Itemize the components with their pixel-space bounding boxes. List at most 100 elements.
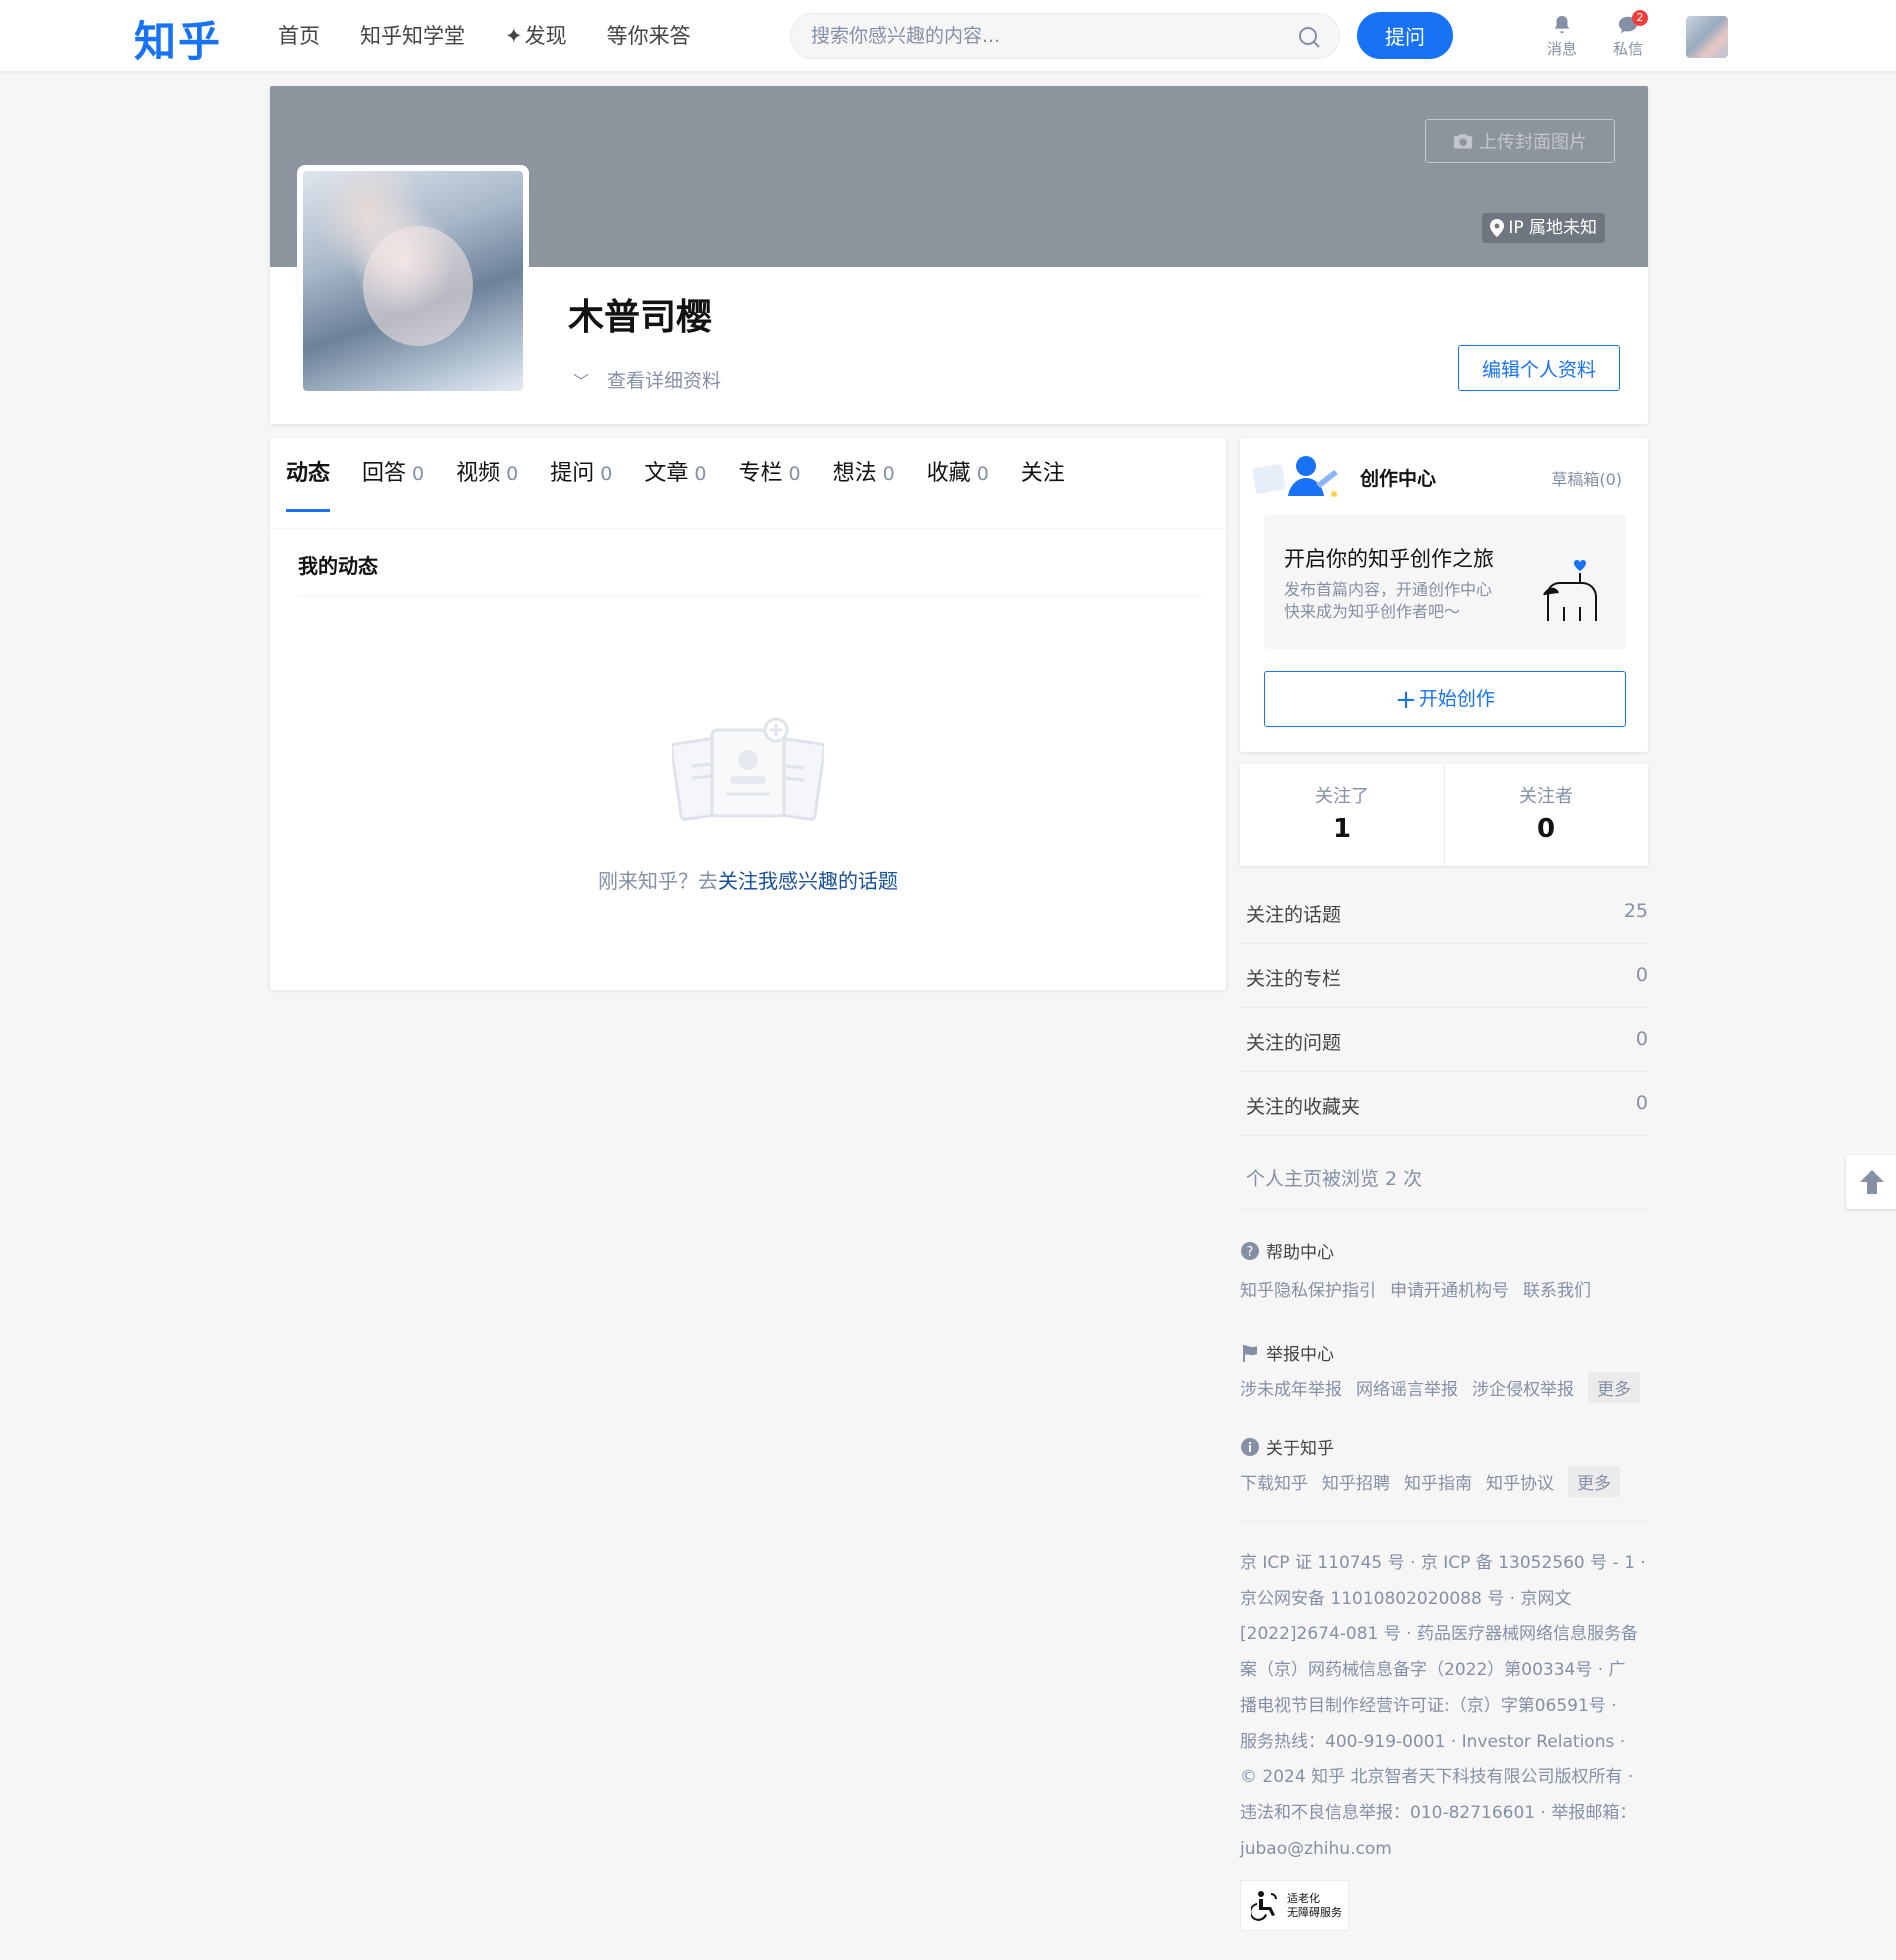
footer-link[interactable]: 申请开通机构号 bbox=[1390, 1276, 1509, 1301]
footer-link[interactable]: 知乎招聘 bbox=[1322, 1469, 1390, 1494]
report-center-heading: 举报中心 bbox=[1240, 1340, 1334, 1365]
tab-thoughts[interactable]: 想法 0 bbox=[833, 438, 895, 528]
empty-state-text: 刚来知乎？去关注我感兴趣的话题 bbox=[270, 865, 1226, 894]
followed-topics-row[interactable]: 关注的话题 25 bbox=[1240, 880, 1648, 944]
inbox-button[interactable]: 私信 2 bbox=[1606, 10, 1650, 59]
tab-following[interactable]: 关注 bbox=[1021, 438, 1065, 528]
report-links: 涉未成年举报 网络谣言举报 涉企侵权举报 更多 bbox=[1240, 1372, 1640, 1403]
follow-stats-card: 关注了 1 关注者 0 bbox=[1240, 764, 1648, 866]
tab-articles[interactable]: 文章 0 bbox=[644, 438, 706, 528]
search-input[interactable] bbox=[811, 14, 1271, 58]
ip-location-text: IP 属地未知 bbox=[1508, 218, 1597, 238]
legal-line: 服务热线：400-919-0001 · Investor Relations · bbox=[1240, 1731, 1626, 1752]
tab-label: 提问 bbox=[550, 461, 595, 486]
profile-views-text: 个人主页被浏览 2 次 bbox=[1246, 1168, 1423, 1190]
following-stat[interactable]: 关注了 1 bbox=[1240, 782, 1444, 844]
tab-questions[interactable]: 提问 0 bbox=[550, 438, 612, 528]
row-value: 0 bbox=[1635, 964, 1648, 986]
nav-home[interactable]: 首页 bbox=[278, 20, 320, 52]
messages-button[interactable]: 消息 bbox=[1540, 14, 1584, 59]
bell-icon bbox=[1554, 15, 1570, 34]
legal-info: 京 ICP 证 110745 号 · 京 ICP 备 13052560 号 - … bbox=[1240, 1546, 1650, 1867]
legal-line: 违法和不良信息举报：010-82716601 · 举报邮箱： bbox=[1240, 1802, 1637, 1823]
more-button[interactable]: 更多 bbox=[1568, 1466, 1620, 1497]
followed-columns-row[interactable]: 关注的专栏 0 bbox=[1240, 944, 1648, 1008]
tab-label: 动态 bbox=[286, 461, 331, 486]
drafts-link[interactable]: 草稿箱(0) bbox=[1551, 466, 1622, 490]
chevron-down-icon: ﹀ bbox=[573, 372, 590, 391]
search-icon[interactable] bbox=[1297, 25, 1321, 49]
question-circle-icon: ? bbox=[1241, 1241, 1259, 1260]
followed-questions-row[interactable]: 关注的问题 0 bbox=[1240, 1008, 1648, 1072]
divider bbox=[1240, 1521, 1648, 1522]
tab-activity[interactable]: 动态 bbox=[286, 438, 331, 528]
upload-cover-button[interactable]: 上传封面图片 bbox=[1425, 119, 1615, 163]
tab-answers[interactable]: 回答 0 bbox=[362, 438, 424, 528]
tab-label: 收藏 bbox=[926, 461, 971, 486]
view-details-link[interactable]: ﹀ 查看详细资料 bbox=[573, 366, 721, 393]
tab-label: 专栏 bbox=[738, 461, 783, 486]
location-pin-icon bbox=[1490, 219, 1505, 237]
journey-subtitle-line: 快来成为知乎创作者吧～ bbox=[1284, 602, 1461, 621]
tab-videos[interactable]: 视频 0 bbox=[456, 438, 518, 528]
footer-link[interactable]: 联系我们 bbox=[1523, 1276, 1591, 1301]
footer-link[interactable]: 知乎指南 bbox=[1404, 1469, 1472, 1494]
activity-card: 动态 回答 0 视频 0 提问 0 文章 0 专栏 0 想法 0 收藏 0 关注 我的动态 刚… bbox=[270, 438, 1226, 990]
profile-card: 上传封面图片 IP 属地未知 木普司樱 ﹀ 查看详细资料 编辑个人资料 bbox=[270, 86, 1648, 424]
legal-line: 播电视节目制作经营许可证:（京）字第06591号 · bbox=[1240, 1695, 1617, 1716]
tab-count: 0 bbox=[788, 463, 801, 485]
profile-avatar[interactable] bbox=[297, 165, 529, 397]
back-to-top-button[interactable] bbox=[1846, 1155, 1896, 1209]
ask-question-button[interactable]: 提问 bbox=[1357, 12, 1453, 59]
sparkle-icon: ✦ bbox=[505, 24, 523, 48]
inbox-label: 私信 bbox=[1612, 40, 1643, 58]
messages-label: 消息 bbox=[1546, 40, 1577, 58]
divider bbox=[1240, 1209, 1648, 1210]
tab-label: 视频 bbox=[456, 461, 501, 486]
footer-link[interactable]: 下载知乎 bbox=[1240, 1469, 1308, 1494]
following-label: 关注了 bbox=[1315, 786, 1369, 807]
upload-cover-label: 上传封面图片 bbox=[1479, 132, 1587, 153]
zhihu-logo[interactable]: 知乎 bbox=[134, 8, 222, 69]
tab-collections[interactable]: 收藏 0 bbox=[927, 438, 989, 528]
report-center-title: 举报中心 bbox=[1266, 1345, 1334, 1365]
tab-label: 想法 bbox=[832, 461, 877, 486]
footer-link[interactable]: 涉企侵权举报 bbox=[1472, 1375, 1574, 1400]
accessibility-service-button[interactable]: 适老化 无障碍服务 bbox=[1240, 1880, 1349, 1931]
follow-topics-link[interactable]: 关注我感兴趣的话题 bbox=[718, 869, 898, 893]
nav-discover-label: 发现 bbox=[524, 24, 567, 48]
nav-discover[interactable]: ✦发现 bbox=[505, 20, 567, 52]
more-button[interactable]: 更多 bbox=[1588, 1372, 1640, 1403]
accessibility-text: 适老化 无障碍服务 bbox=[1287, 1892, 1342, 1920]
tab-columns[interactable]: 专栏 0 bbox=[738, 438, 800, 528]
footer-link[interactable]: 知乎隐私保护指引 bbox=[1240, 1276, 1376, 1301]
user-avatar[interactable] bbox=[1686, 16, 1728, 58]
footer-link[interactable]: 网络谣言举报 bbox=[1356, 1375, 1458, 1400]
followed-collections-row[interactable]: 关注的收藏夹 0 bbox=[1240, 1072, 1648, 1136]
legal-line: © 2024 知乎 北京智者天下科技有限公司版权所有 · bbox=[1240, 1767, 1634, 1788]
row-value: 25 bbox=[1623, 900, 1648, 922]
main-nav: 首页 知乎知学堂 ✦发现 等你来答 bbox=[278, 20, 691, 52]
edit-profile-button[interactable]: 编辑个人资料 bbox=[1458, 345, 1620, 391]
journey-subtitle-line: 发布首篇内容，开通创作中心 bbox=[1284, 580, 1493, 599]
profile-tabs: 动态 回答 0 视频 0 提问 0 文章 0 专栏 0 想法 0 收藏 0 关注 bbox=[286, 438, 1065, 528]
followers-stat[interactable]: 关注者 0 bbox=[1444, 782, 1648, 844]
tab-count: 0 bbox=[882, 463, 895, 485]
accessibility-line: 无障碍服务 bbox=[1287, 1905, 1342, 1919]
row-value: 0 bbox=[1635, 1092, 1648, 1114]
row-value: 0 bbox=[1635, 1028, 1648, 1050]
footer-link[interactable]: 知乎协议 bbox=[1486, 1469, 1554, 1494]
tab-count: 0 bbox=[600, 463, 613, 485]
followers-label: 关注者 bbox=[1519, 786, 1573, 807]
about-links: 下载知乎 知乎招聘 知乎指南 知乎协议 更多 bbox=[1240, 1466, 1620, 1497]
nav-waiting-answers[interactable]: 等你来答 bbox=[607, 20, 691, 52]
start-creating-button[interactable]: + 开始创作 bbox=[1264, 671, 1626, 727]
row-label: 关注的话题 bbox=[1246, 904, 1342, 926]
following-count: 1 bbox=[1332, 814, 1352, 844]
nav-zhixuetang[interactable]: 知乎知学堂 bbox=[360, 20, 465, 52]
empty-state-prefix: 刚来知乎？去 bbox=[598, 869, 718, 893]
legal-line: 京公网安备 11010802020088 号 · 京网文 bbox=[1240, 1588, 1572, 1609]
arrow-up-icon bbox=[1860, 1170, 1884, 1194]
footer-link[interactable]: 涉未成年举报 bbox=[1240, 1375, 1342, 1400]
accessibility-icon bbox=[1251, 1890, 1277, 1921]
